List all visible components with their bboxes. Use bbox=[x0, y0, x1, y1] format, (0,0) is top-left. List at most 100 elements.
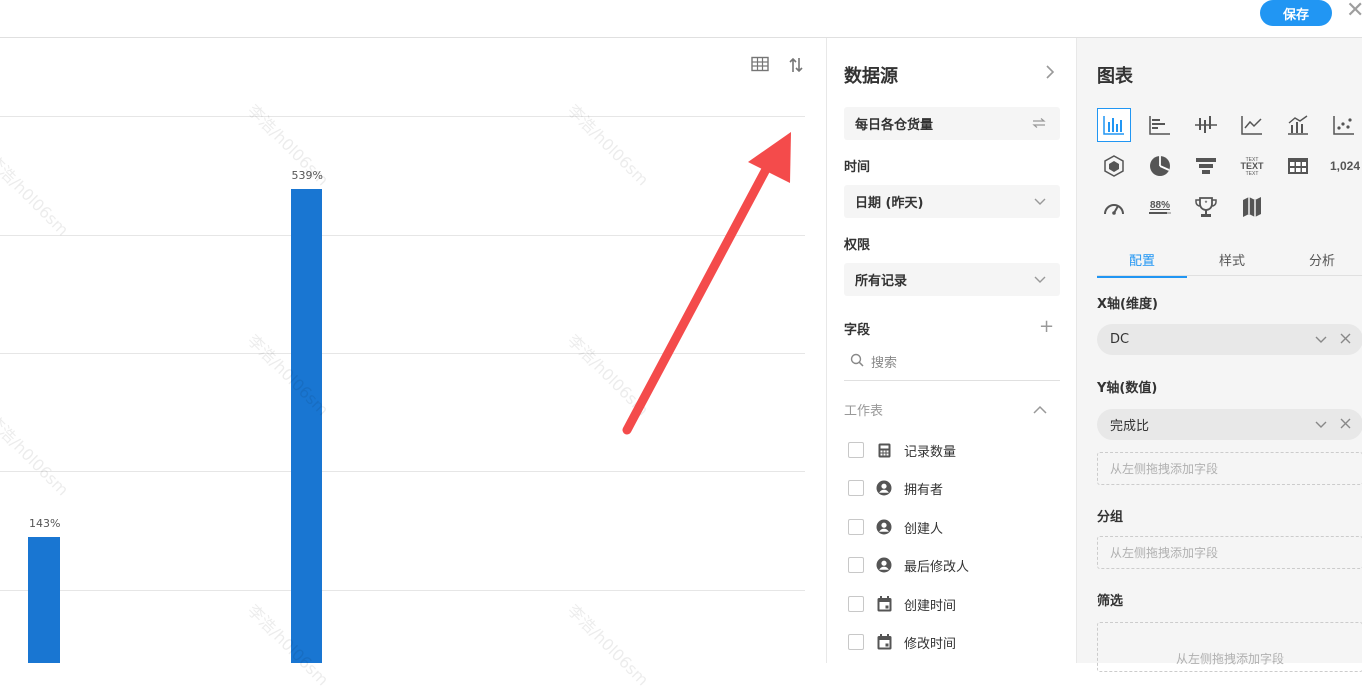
watermark: 李浩/h0l06sm bbox=[0, 410, 73, 500]
funnel-icon[interactable] bbox=[1189, 149, 1223, 183]
chevron-down-icon[interactable] bbox=[1315, 333, 1327, 347]
field-checkbox[interactable] bbox=[848, 634, 864, 650]
tab-style[interactable]: 样式 bbox=[1187, 242, 1277, 276]
field-label: 拥有者 bbox=[904, 482, 944, 498]
field-checkbox[interactable] bbox=[848, 442, 864, 458]
y-axis-field[interactable]: 完成比 bbox=[1097, 409, 1362, 440]
worksheet-group-label: 工作表 bbox=[844, 404, 884, 419]
bar[interactable] bbox=[28, 537, 60, 663]
y-axis-dropzone[interactable]: 从左侧拖拽添加字段 bbox=[1097, 452, 1362, 485]
bar-chart-icon[interactable] bbox=[1097, 108, 1131, 142]
tab-divider bbox=[1097, 275, 1362, 276]
field-item[interactable]: 记录数量 bbox=[844, 436, 1060, 464]
dropzone-hint: 从左侧拖拽添加字段 bbox=[1110, 462, 1219, 476]
field-item[interactable]: 修改时间 bbox=[844, 628, 1060, 656]
horizontal-bar-icon[interactable] bbox=[1143, 108, 1177, 142]
field-label: 创建时间 bbox=[904, 598, 957, 614]
field-item[interactable]: 创建人 bbox=[844, 513, 1060, 541]
worksheet-select[interactable]: 每日各仓货量 bbox=[844, 107, 1060, 140]
field-item[interactable]: 拥有者 bbox=[844, 474, 1060, 502]
calculator-icon bbox=[876, 442, 892, 458]
bar[interactable] bbox=[291, 189, 322, 663]
field-label: 记录数量 bbox=[904, 444, 957, 460]
permission-select[interactable]: 所有记录 bbox=[844, 263, 1060, 296]
radar-icon[interactable] bbox=[1097, 149, 1131, 183]
table-view-icon[interactable] bbox=[751, 56, 769, 76]
chart-canvas: 143% 539% 李浩/h0l06sm 李浩/h0l06sm 李浩/h0l06… bbox=[0, 38, 826, 690]
chevron-down-icon bbox=[1034, 273, 1046, 287]
annotation-arrow bbox=[622, 132, 791, 435]
search-placeholder: 搜索 bbox=[871, 355, 898, 371]
chart-config-panel: 图表 TEXT TEXT TEXT 1,024 88% 配置 样式 分析 X轴(… bbox=[1076, 38, 1362, 672]
gauge-icon[interactable] bbox=[1097, 190, 1131, 224]
user-circle-icon bbox=[876, 480, 892, 496]
filter-dropzone[interactable]: 从左侧拖拽添加字段 bbox=[1097, 622, 1362, 672]
time-label: 时间 bbox=[844, 160, 871, 175]
tab-analysis[interactable]: 分析 bbox=[1277, 242, 1362, 276]
field-search[interactable]: 搜索 bbox=[844, 342, 1060, 381]
swap-icon[interactable] bbox=[1032, 117, 1046, 131]
filter-label: 筛选 bbox=[1097, 594, 1124, 609]
close-icon[interactable]: ✕ bbox=[1346, 0, 1362, 23]
bar-value-label: 539% bbox=[291, 169, 323, 182]
ranking-icon[interactable] bbox=[1189, 190, 1223, 224]
progress-icon[interactable]: 88% bbox=[1143, 190, 1177, 224]
time-select[interactable]: 日期 (昨天) bbox=[844, 185, 1060, 218]
calendar-icon bbox=[876, 596, 892, 612]
field-item[interactable]: 最后修改人 bbox=[844, 551, 1060, 579]
y-axis-label: Y轴(数值) bbox=[1097, 381, 1158, 396]
permission-label: 权限 bbox=[844, 238, 871, 253]
remove-icon[interactable] bbox=[1340, 332, 1351, 348]
bidirectional-bar-icon[interactable] bbox=[1189, 108, 1223, 142]
bar-value-label: 143% bbox=[29, 517, 61, 531]
field-label: 最后修改人 bbox=[904, 559, 970, 575]
field-checkbox[interactable] bbox=[848, 519, 864, 535]
field-checkbox[interactable] bbox=[848, 480, 864, 496]
fields-label: 字段 bbox=[844, 323, 871, 338]
worksheet-name: 每日各仓货量 bbox=[855, 118, 934, 133]
chevron-right-icon[interactable] bbox=[1045, 64, 1055, 83]
tab-config[interactable]: 配置 bbox=[1097, 242, 1187, 278]
watermark: 李浩/h0l06sm bbox=[563, 600, 653, 690]
group-dropzone[interactable]: 从左侧拖拽添加字段 bbox=[1097, 536, 1362, 569]
field-label: 修改时间 bbox=[904, 636, 957, 652]
remove-icon[interactable] bbox=[1340, 417, 1351, 433]
chevron-up-icon[interactable] bbox=[1033, 400, 1047, 419]
save-button[interactable]: 保存 bbox=[1260, 0, 1332, 26]
number-icon[interactable]: 1,024 bbox=[1327, 149, 1362, 183]
calendar-icon bbox=[876, 634, 892, 650]
chevron-down-icon[interactable] bbox=[1315, 418, 1327, 432]
watermark: 李浩/h0l06sm bbox=[0, 150, 73, 240]
field-label: 创建人 bbox=[904, 521, 944, 537]
chevron-down-icon bbox=[1034, 195, 1046, 209]
map-icon[interactable] bbox=[1235, 190, 1269, 224]
word-cloud-text: TEXT bbox=[1246, 171, 1259, 177]
y-axis-field-name: 完成比 bbox=[1110, 419, 1150, 434]
pivot-table-icon[interactable] bbox=[1281, 149, 1315, 183]
line-chart-icon[interactable] bbox=[1235, 108, 1269, 142]
datasource-title: 数据源 bbox=[844, 66, 898, 87]
pie-chart-icon[interactable] bbox=[1143, 149, 1177, 183]
field-checkbox[interactable] bbox=[848, 596, 864, 612]
datasource-panel: 数据源 每日各仓货量 时间 日期 (昨天) 权限 所有记录 字段 + 搜索 工作… bbox=[826, 38, 1077, 663]
search-icon bbox=[850, 352, 864, 371]
user-circle-icon bbox=[876, 557, 892, 573]
user-circle-icon bbox=[876, 519, 892, 535]
top-bar: 保存 ✕ bbox=[0, 0, 1362, 38]
chart-panel-title: 图表 bbox=[1097, 66, 1133, 87]
dropzone-hint: 从左侧拖拽添加字段 bbox=[1175, 651, 1284, 666]
add-field-icon[interactable]: + bbox=[1039, 316, 1054, 337]
field-checkbox[interactable] bbox=[848, 557, 864, 573]
gridline bbox=[0, 590, 805, 591]
x-axis-field-name: DC bbox=[1110, 332, 1130, 347]
x-axis-field[interactable]: DC bbox=[1097, 324, 1362, 355]
dual-axis-icon[interactable] bbox=[1281, 108, 1315, 142]
swap-axis-icon[interactable] bbox=[788, 56, 804, 78]
time-value: 日期 (昨天) bbox=[855, 196, 924, 211]
field-item[interactable]: 创建时间 bbox=[844, 590, 1060, 618]
scatter-icon[interactable] bbox=[1327, 108, 1361, 142]
number-text: 1,024 bbox=[1330, 159, 1360, 173]
dropzone-hint: 从左侧拖拽添加字段 bbox=[1110, 546, 1219, 560]
word-cloud-icon[interactable]: TEXT TEXT TEXT bbox=[1235, 149, 1269, 183]
group-label: 分组 bbox=[1097, 510, 1124, 525]
